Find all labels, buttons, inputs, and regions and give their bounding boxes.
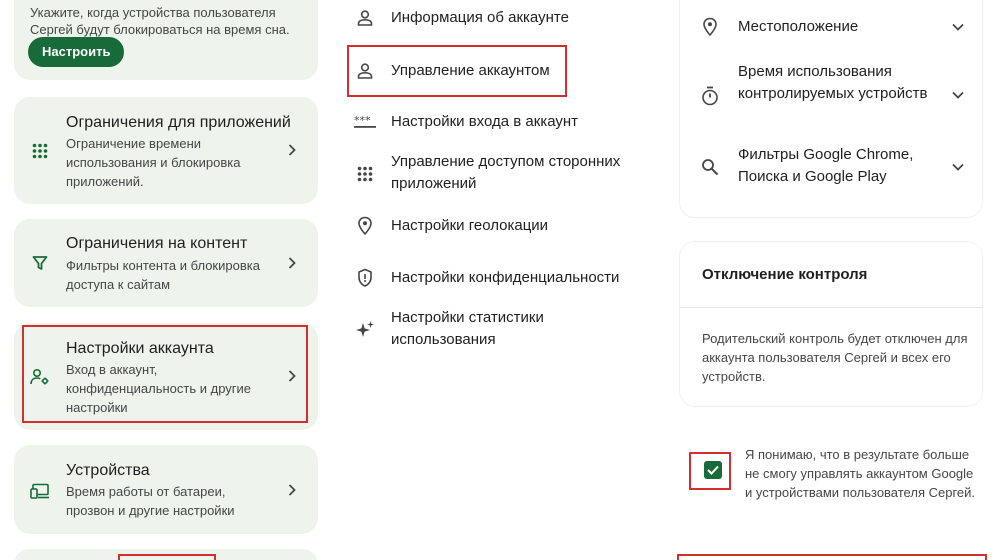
devices-icon [30, 481, 50, 501]
card-title: Ограничения на контент [66, 235, 248, 252]
setup-button[interactable]: Настроить [28, 37, 125, 67]
menu-item-location-settings[interactable]: Настройки геолокации [353, 214, 653, 238]
card-subtitle: Фильтры контента и блокировка доступа к … [66, 258, 260, 292]
apps-grid-icon [30, 141, 50, 161]
menu-item-usage-stats[interactable]: Настройки статистики использования [353, 307, 653, 353]
location-pin-icon [353, 214, 377, 238]
timer-icon [698, 84, 722, 108]
highlight-checkbox [689, 452, 731, 490]
password-icon: *** [353, 110, 377, 134]
highlight-account-settings [22, 325, 308, 423]
highlight-bottom [118, 554, 216, 560]
card-subtitle: Время работы от батареи, прозвон и други… [66, 484, 235, 518]
menu-item-label: Настройки статистики использования [391, 309, 544, 348]
highlight-bottom-button [677, 554, 987, 560]
account-menu-list: Информация об аккаунте Управление аккаун… [333, 0, 673, 560]
bedtime-card: Укажите, когда устройства пользователя С… [14, 0, 318, 80]
acknowledge-text: Я понимаю, что в результате больше не см… [745, 447, 976, 500]
option-label: Фильтры Google Chrome, Поиска и Google P… [738, 146, 914, 185]
menu-item-label: Информация об аккаунте [391, 9, 569, 26]
sparkle-icon [353, 318, 377, 342]
disable-supervision-card: Отключение контроля Родительский контрол… [679, 241, 983, 407]
card-app-limits[interactable]: Ограничения для приложений Ограничение в… [14, 97, 318, 204]
menu-item-label: Управление доступом сторонних приложений [391, 153, 621, 192]
chevron-down-icon [950, 159, 966, 175]
menu-item-label: Настройки конфиденциальности [391, 269, 620, 286]
menu-item-account-info[interactable]: Информация об аккаунте [353, 6, 653, 30]
highlight-account-management [347, 45, 567, 97]
menu-item-third-party-access[interactable]: Управление доступом сторонних приложений [353, 151, 653, 197]
option-location[interactable]: Местоположение [698, 15, 966, 39]
chevron-right-icon [286, 482, 298, 498]
disable-title: Отключение контроля [702, 266, 868, 283]
option-filters[interactable]: Фильтры Google Chrome, Поиска и Google P… [698, 144, 966, 190]
apps-grid-icon [353, 162, 377, 186]
filter-icon [30, 253, 50, 273]
disable-description: Родительский контроль будет отключен для… [702, 331, 968, 384]
menu-item-privacy-settings[interactable]: Настройки конфиденциальности [353, 266, 653, 290]
chevron-right-icon [286, 255, 298, 271]
search-icon [698, 155, 722, 179]
left-panel: Укажите, когда устройства пользователя С… [0, 0, 333, 560]
card-title: Устройства [66, 462, 150, 479]
card-content-limits[interactable]: Ограничения на контент Фильтры контента … [14, 219, 318, 307]
svg-text:***: *** [354, 115, 371, 127]
menu-item-sign-in-settings[interactable]: *** Настройки входа в аккаунт [353, 110, 653, 134]
person-icon [353, 6, 377, 30]
location-pin-icon [698, 15, 722, 39]
chevron-right-icon [286, 142, 298, 158]
right-panel: Местоположение Время использования контр… [673, 0, 1000, 560]
chevron-down-icon [950, 19, 966, 35]
option-label: Время использования контролируемых устро… [738, 63, 928, 102]
card-subtitle: Ограничение времени использования и блок… [66, 136, 241, 189]
supervision-options-card: Местоположение Время использования контр… [679, 0, 983, 218]
option-screen-time[interactable]: Время использования контролируемых устро… [698, 61, 966, 129]
option-label: Местоположение [738, 18, 859, 35]
menu-item-label: Настройки геолокации [391, 217, 549, 234]
chevron-down-icon [950, 87, 966, 103]
menu-item-label: Настройки входа в аккаунт [391, 113, 579, 130]
divider [680, 307, 982, 308]
bedtime-description: Укажите, когда устройства пользователя С… [30, 5, 290, 37]
card-title: Ограничения для приложений [66, 114, 291, 131]
card-devices[interactable]: Устройства Время работы от батареи, проз… [14, 445, 318, 534]
shield-icon [353, 266, 377, 290]
